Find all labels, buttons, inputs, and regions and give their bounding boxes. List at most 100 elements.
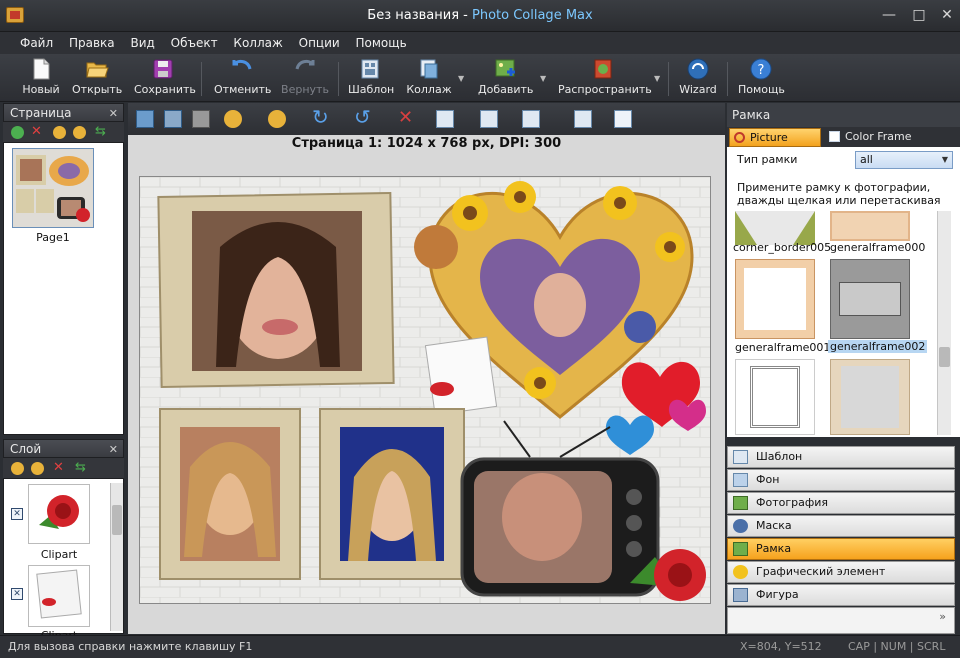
frame-hint: Примените рамку к фотографии, дважды щел… — [737, 181, 941, 207]
accordion-shape[interactable]: Фигура — [727, 584, 955, 606]
close-button[interactable]: ✕ — [935, 6, 959, 24]
layer-visibility-checkbox[interactable]: ✕ — [11, 588, 23, 600]
rotate-left-icon[interactable]: ↺ — [354, 105, 371, 129]
zoom-image-icon[interactable] — [164, 110, 182, 128]
menu-options[interactable]: Опции — [293, 32, 346, 54]
menu-collage[interactable]: Коллаж — [227, 32, 288, 54]
move-down-page-icon[interactable] — [73, 126, 86, 139]
bring-forward-icon[interactable] — [224, 110, 242, 128]
menu-edit[interactable]: Правка — [63, 32, 121, 54]
accordion-graphic-label: Графический элемент — [756, 565, 886, 578]
delete-page-icon[interactable]: ✕ — [31, 124, 42, 139]
frame-thumb-corner-border005[interactable] — [735, 211, 815, 245]
layer-panel-close-icon[interactable]: ✕ — [109, 440, 118, 459]
frame-thumb-generalframe001[interactable] — [735, 259, 815, 339]
save-button[interactable]: Сохранить — [134, 57, 196, 96]
collage-page[interactable] — [139, 176, 711, 604]
menu-help[interactable]: Помощь — [350, 32, 413, 54]
layer-up-icon[interactable] — [11, 462, 24, 475]
accordion-template[interactable]: Шаблон — [727, 446, 955, 468]
fit-image-icon[interactable] — [136, 110, 154, 128]
template-button[interactable]: Шаблон — [348, 57, 394, 96]
add-page-icon[interactable] — [11, 126, 24, 139]
expand-more-icon[interactable]: » — [939, 610, 946, 623]
open-button[interactable]: Открыть — [72, 57, 122, 96]
frame-panel-header: Рамка — [727, 103, 960, 127]
collage-dropdown-icon[interactable]: ▼ — [458, 74, 464, 83]
frame-type-select[interactable]: all ▼ — [855, 151, 953, 169]
rotate-right-icon[interactable]: ↻ — [312, 105, 329, 129]
page-thumbnail[interactable] — [12, 148, 94, 228]
open-label: Открыть — [72, 83, 123, 96]
add-button[interactable]: Добавить — [478, 57, 533, 96]
properties-icon[interactable] — [614, 110, 632, 128]
new-button[interactable]: Новый — [20, 57, 62, 96]
frame-panel-title: Рамка — [732, 108, 771, 122]
frame-scrollbar-thumb[interactable] — [939, 347, 950, 367]
toolbar-separator — [201, 62, 202, 96]
collage-button[interactable]: Коллаж — [406, 57, 452, 96]
page-panel-tools: ✕ ⇆ — [3, 122, 124, 142]
page-caption: Страница 1: 1024 x 768 px, DPI: 300 — [291, 136, 562, 151]
sunflower-icon — [733, 565, 748, 579]
accordion-frame[interactable]: Рамка — [727, 538, 955, 560]
layer-down-icon[interactable] — [31, 462, 44, 475]
wizard-button[interactable]: Wizard — [678, 57, 718, 96]
accordion-mask[interactable]: Маска — [727, 515, 955, 537]
help-button[interactable]: ? Помощь — [738, 57, 785, 96]
save-disk-icon — [153, 59, 173, 79]
accordion-mask-label: Маска — [756, 519, 792, 532]
refresh-layers-icon[interactable]: ⇆ — [75, 460, 86, 475]
share-icon — [594, 59, 612, 79]
refresh-pages-icon[interactable]: ⇆ — [95, 124, 106, 139]
layer-visibility-checkbox[interactable]: ✕ — [11, 508, 23, 520]
toolbar-separator — [668, 62, 669, 96]
share-dropdown-icon[interactable]: ▼ — [654, 74, 660, 83]
page-panel-close-icon[interactable]: ✕ — [109, 104, 118, 123]
layer-scrollbar-thumb[interactable] — [112, 505, 122, 535]
crop-icon[interactable] — [192, 110, 210, 128]
zoom-icon[interactable] — [574, 110, 592, 128]
collage-label: Коллаж — [406, 83, 452, 96]
frame-thumb-generalframe000[interactable] — [830, 211, 910, 241]
redo-button[interactable]: Вернуть — [280, 57, 330, 96]
layer-thumbnail[interactable] — [28, 565, 90, 627]
layer-scrollbar[interactable] — [110, 483, 123, 631]
frame-thumb-label-selected: generalframe002 — [828, 340, 928, 353]
new-label: Новый — [22, 83, 60, 96]
align-icon[interactable] — [436, 110, 454, 128]
maximize-button[interactable]: □ — [907, 6, 931, 24]
delete-layer-icon[interactable]: ✕ — [53, 460, 64, 475]
menu-file[interactable]: Файл — [14, 32, 59, 54]
share-button[interactable]: Распространить — [558, 57, 652, 96]
send-backward-icon[interactable] — [268, 110, 286, 128]
accordion-graphic[interactable]: Графический элемент — [727, 561, 955, 583]
menu-view[interactable]: Вид — [124, 32, 160, 54]
distribute-icon[interactable] — [480, 110, 498, 128]
size-icon[interactable] — [522, 110, 540, 128]
page-thumbnail-image — [13, 149, 93, 227]
add-dropdown-icon[interactable]: ▼ — [540, 74, 546, 83]
frame-thumb-next-2[interactable] — [830, 359, 910, 435]
move-up-page-icon[interactable] — [53, 126, 66, 139]
tab-color-frame[interactable]: Color Frame — [825, 128, 925, 147]
collage-icon — [420, 59, 438, 79]
tab-picture-frame[interactable]: Picture Frame — [729, 128, 821, 161]
status-keyboard-indicators: CAP | NUM | SCRL — [848, 640, 946, 653]
page-list: Page1 — [3, 142, 124, 435]
accordion-photo[interactable]: Фотография — [727, 492, 955, 514]
accordion-background[interactable]: Фон — [727, 469, 955, 491]
menu-object[interactable]: Объект — [165, 32, 224, 54]
frame-type-label: Тип рамки — [737, 153, 798, 166]
frame-thumb-next-1[interactable] — [735, 359, 815, 435]
page-panel-header: Страница ✕ — [3, 103, 124, 122]
frame-scrollbar[interactable] — [937, 211, 951, 435]
undo-button[interactable]: Отменить — [214, 57, 271, 96]
minimize-button[interactable]: — — [877, 6, 901, 24]
frame-thumb-generalframe002[interactable] — [830, 259, 910, 339]
help-label: Помощь — [738, 83, 785, 96]
layer-thumbnail[interactable] — [28, 484, 90, 544]
window-title: Без названия - Photo Collage Max — [0, 8, 960, 23]
delete-object-icon[interactable]: ✕ — [398, 107, 413, 128]
photo-frame-large — [157, 191, 395, 389]
